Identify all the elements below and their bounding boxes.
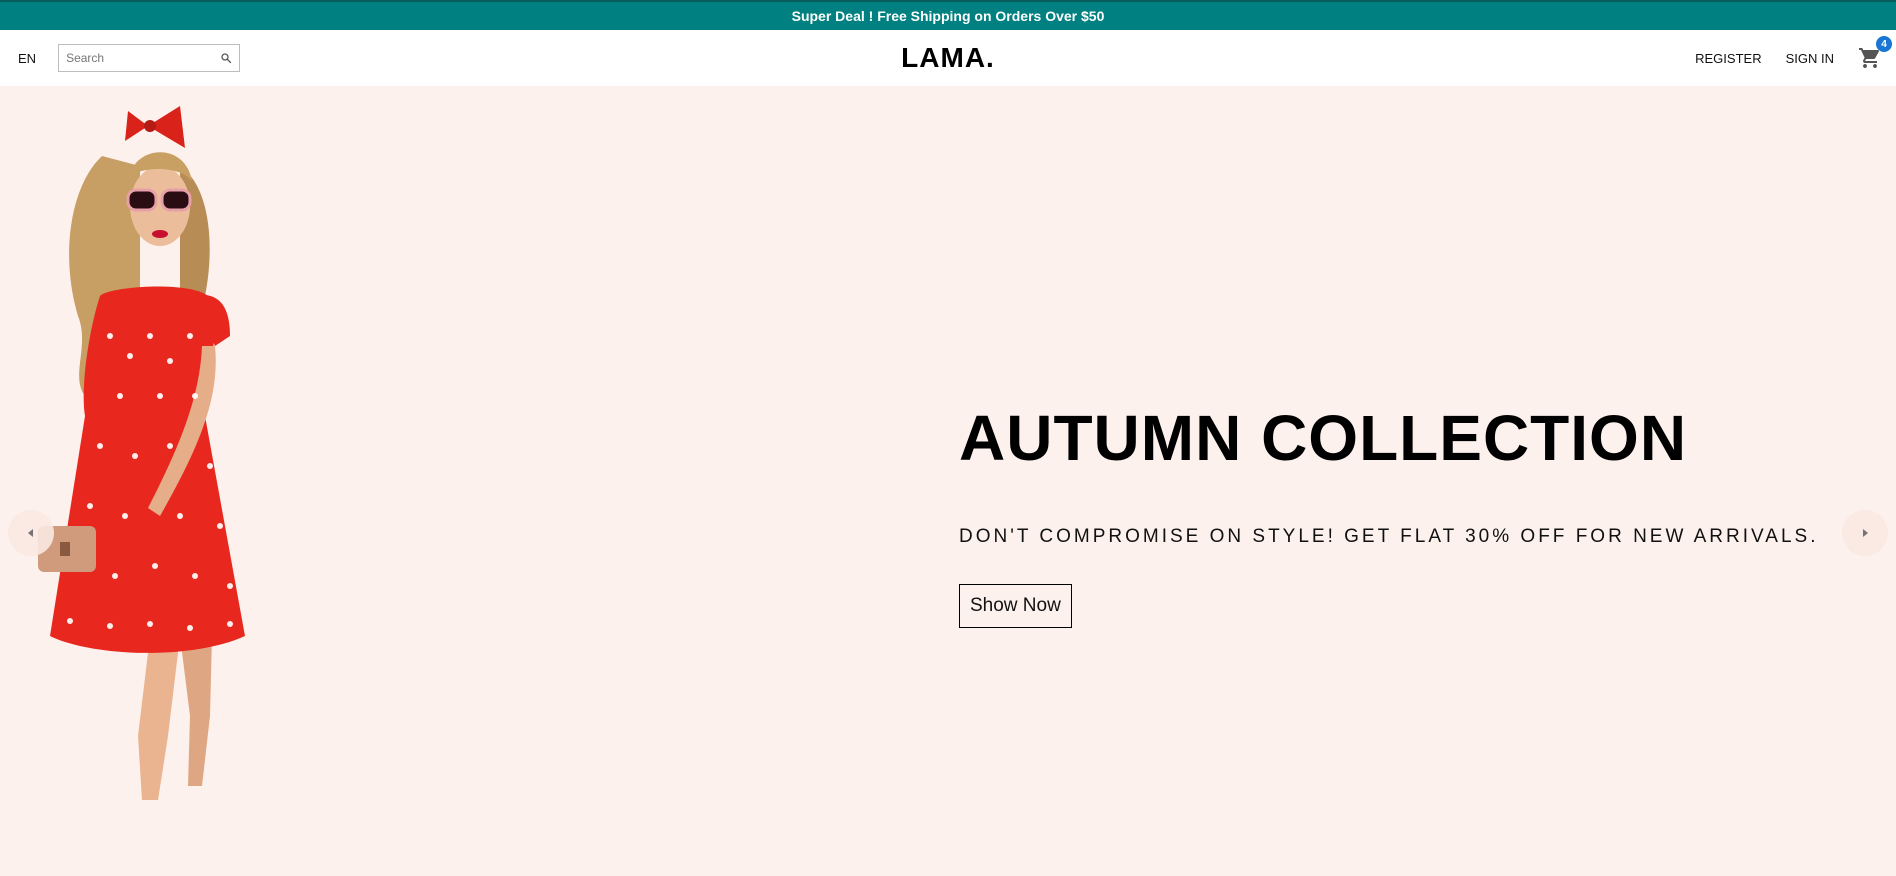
hero-title: AUTUMN COLLECTION [959,402,1688,474]
navbar: EN LAMA. REGISTER SIGN IN 4 [0,30,1896,86]
search-container[interactable] [58,44,241,72]
slider-next-arrow[interactable] [1842,510,1888,556]
search-input[interactable] [66,51,220,65]
brand-logo[interactable]: LAMA. [901,42,995,74]
cart-count-badge: 4 [1876,36,1892,52]
logo-container: LAMA. [0,30,1896,86]
arrow-right-icon [1863,529,1868,537]
sign-in-link[interactable]: SIGN IN [1786,51,1834,66]
announcement-bar: Super Deal ! Free Shipping on Orders Ove… [0,0,1896,30]
show-now-button[interactable]: Show Now [959,584,1072,628]
hero-info: AUTUMN COLLECTION DON'T COMPROMISE ON ST… [959,406,1859,628]
arrow-left-icon [28,529,33,537]
slider-prev-arrow[interactable] [8,510,54,556]
navbar-left: EN [18,30,241,86]
cart-button[interactable]: 4 [1858,36,1892,70]
hero-description: DON'T COMPROMISE ON STYLE! GET FLAT 30% … [959,526,1819,547]
announcement-text: Super Deal ! Free Shipping on Orders Ove… [791,8,1105,24]
navbar-right: REGISTER SIGN IN 4 [1695,30,1892,86]
search-icon[interactable] [219,51,233,65]
hero-image [30,96,300,800]
hero-slider: AUTUMN COLLECTION DON'T COMPROMISE ON ST… [0,86,1896,876]
register-link[interactable]: REGISTER [1695,51,1761,66]
language-selector[interactable]: EN [18,51,36,66]
